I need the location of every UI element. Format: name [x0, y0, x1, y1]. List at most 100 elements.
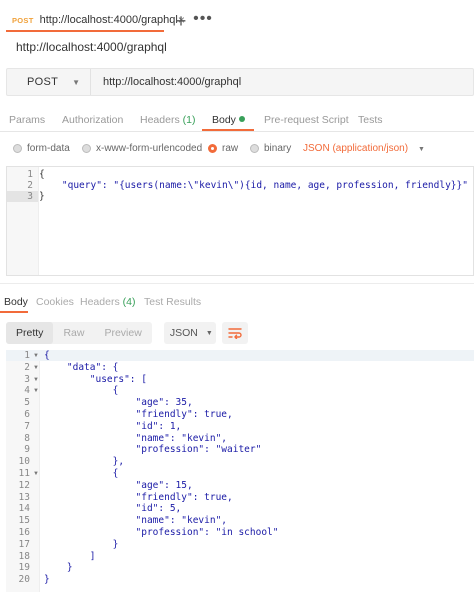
tab-headers[interactable]: Headers (1)	[140, 114, 195, 126]
radio-label: raw	[222, 143, 239, 154]
tab-body-label: Body	[212, 114, 236, 126]
resp-tab-headers-label: Headers	[80, 296, 120, 308]
chevron-down-icon: ▼	[205, 329, 213, 337]
line-number: 11	[18, 468, 30, 479]
line-number: 15	[18, 515, 30, 527]
active-tab-underline	[202, 129, 254, 131]
line-number: 5	[24, 397, 30, 409]
code-line: ]	[44, 550, 96, 562]
line-number: 13	[18, 491, 30, 503]
code-line: }	[44, 538, 119, 550]
line-number: 4	[24, 385, 30, 397]
fold-toggle-icon[interactable]: ▼	[33, 353, 39, 359]
tab-body[interactable]: Body	[212, 114, 245, 126]
line-number: 1	[24, 350, 30, 361]
tab-headers-label: Headers	[140, 114, 180, 126]
code-line: "name": "kevin",	[44, 515, 228, 527]
line-number: 16	[18, 527, 30, 538]
code-line: "id": 5,	[44, 503, 182, 515]
code-line: "age": 15,	[44, 479, 193, 491]
tab-prerequest-script[interactable]: Pre-request Script	[264, 114, 349, 126]
line-number: 9	[24, 444, 30, 456]
request-title: http://localhost:4000/graphql	[16, 40, 167, 54]
content-type-select[interactable]: JSON (application/json) ▼	[303, 143, 425, 154]
code-line: }	[44, 574, 50, 586]
chevron-down-icon: ▼	[72, 77, 81, 87]
code-line: {	[44, 385, 119, 397]
code-line: "friendly": true,	[44, 409, 233, 420]
code-line: "id": 1,	[44, 420, 182, 432]
line-number: 1	[27, 169, 33, 180]
response-body-viewer[interactable]: 1 ▼{2 ▼ "data": {3 ▼ "users": [4 ▼ {5 "age":…	[6, 350, 474, 592]
fold-toggle-icon[interactable]: ▼	[33, 377, 39, 383]
fold-toggle-icon[interactable]: ▼	[33, 471, 39, 477]
fold-toggle-icon[interactable]: ▼	[33, 388, 39, 394]
body-indicator-dot	[238, 116, 245, 122]
line-number: 17	[18, 538, 30, 550]
code-line: "query": "{users(name:\"kevin\"){id, nam…	[39, 180, 468, 191]
resp-tab-test-results[interactable]: Test Results	[144, 296, 201, 308]
line-number: 18	[18, 550, 30, 562]
line-number: 2	[27, 180, 33, 191]
code-line: "data": {	[44, 361, 119, 373]
code-line: "friendly": true,	[44, 491, 233, 503]
headers-count: (1)	[182, 114, 196, 126]
tab-method: POST	[12, 15, 34, 25]
resp-tab-cookies[interactable]: Cookies	[36, 296, 74, 308]
code-line: "users": [	[44, 373, 147, 385]
line-number: 19	[18, 562, 30, 574]
content-type-label: JSON (application/json)	[303, 143, 409, 154]
line-number: 10	[18, 456, 30, 468]
line-number: 3	[24, 373, 30, 385]
request-body-editor[interactable]: 1 2 3 { "query": "{users(name:\"kevin\")…	[6, 166, 474, 276]
line-number: 12	[18, 479, 30, 491]
new-tab-button[interactable]: +	[170, 10, 192, 32]
radio-urlencoded[interactable]: x-www-form-urlencoded	[82, 143, 202, 154]
wrap-icon	[228, 328, 242, 339]
wrap-lines-button[interactable]	[221, 322, 248, 344]
body-type-row: form-data x-www-form-urlencoded raw bina…	[0, 140, 474, 158]
radio-form-data[interactable]: form-data	[13, 143, 70, 154]
line-number: 2	[24, 361, 30, 373]
radio-circle-selected	[208, 144, 217, 153]
resp-tab-headers[interactable]: Headers (4)	[80, 296, 135, 308]
line-number: 14	[18, 503, 30, 515]
url-input[interactable]: http://localhost:4000/graphql	[91, 76, 241, 88]
view-mode-group: Pretty Raw Preview	[6, 322, 152, 344]
active-resp-tab-underline	[0, 311, 28, 313]
code-line: }	[39, 191, 45, 202]
code-line: "age": 35,	[44, 397, 193, 409]
tab-authorization[interactable]: Authorization	[62, 114, 123, 126]
resp-headers-count: (4)	[122, 296, 136, 308]
format-label: JSON	[169, 327, 198, 339]
method-select[interactable]: POST ▼	[7, 69, 91, 95]
more-tabs-button[interactable]: •••	[192, 8, 214, 30]
response-toolbar: Pretty Raw Preview JSON ▼	[6, 322, 248, 344]
url-bar: POST ▼ http://localhost:4000/graphql	[6, 68, 474, 96]
resp-tab-body[interactable]: Body	[4, 296, 28, 308]
pane-divider[interactable]	[0, 283, 474, 284]
code-line: {	[39, 169, 45, 180]
request-tabs: Params Authorization Headers (1) Body Pr…	[0, 108, 474, 132]
code-line: }	[44, 562, 73, 574]
tab-params[interactable]: Params	[9, 114, 45, 126]
radio-raw[interactable]: raw	[208, 143, 238, 154]
chevron-down-icon: ▼	[418, 146, 425, 153]
code-line: },	[44, 456, 125, 468]
radio-circle	[82, 144, 91, 153]
method-label: POST	[27, 76, 59, 88]
code-line: "profession": "waiter"	[44, 444, 262, 456]
request-tab[interactable]: POST http://localhost:4000/graphql ×	[6, 10, 185, 32]
line-number: 7	[24, 420, 30, 432]
line-number: 6	[24, 409, 30, 420]
preview-button[interactable]: Preview	[94, 322, 151, 344]
radio-label: binary	[264, 143, 292, 154]
raw-button[interactable]: Raw	[53, 322, 94, 344]
code-line: {	[44, 350, 50, 361]
pretty-button[interactable]: Pretty	[6, 322, 54, 344]
format-select[interactable]: JSON ▼	[163, 322, 216, 344]
radio-binary[interactable]: binary	[250, 143, 291, 154]
tab-tests[interactable]: Tests	[358, 114, 383, 126]
fold-toggle-icon[interactable]: ▼	[33, 365, 39, 371]
tab-url: http://localhost:4000/graphql	[39, 14, 178, 26]
